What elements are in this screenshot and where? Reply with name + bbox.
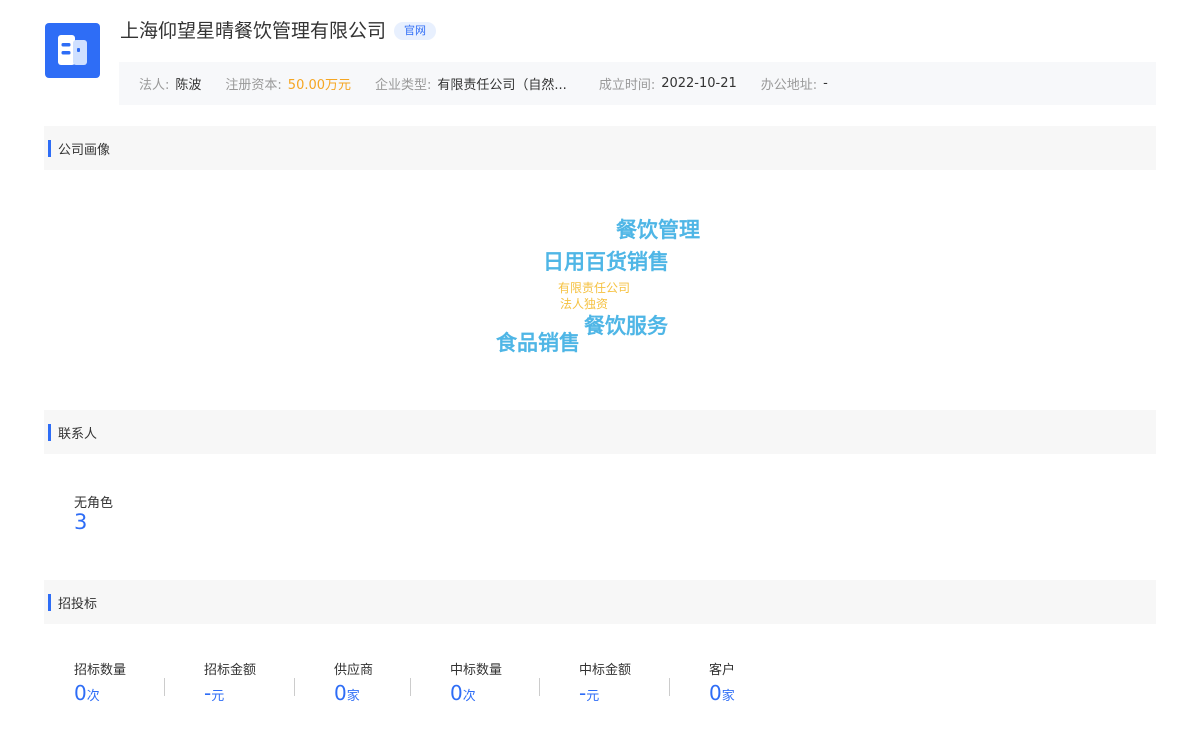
stat-value: 0 [74, 681, 87, 705]
customer-stat[interactable]: 客户 0家 [709, 662, 735, 710]
bidding-section-title: 招投标 [58, 596, 98, 612]
stat-unit: 次 [462, 689, 476, 704]
stat-divider [669, 678, 670, 696]
stat-divider [164, 678, 165, 696]
building-icon [58, 35, 87, 65]
stat-divider [410, 678, 411, 696]
stat-unit: 元 [586, 689, 600, 704]
company-logo [45, 23, 100, 78]
stat-label: 供应商 [334, 663, 374, 678]
cloud-word: 餐饮管理 [616, 218, 700, 242]
company-type-value: 有限责任公司（自然... [437, 78, 567, 93]
stat-unit: 元 [211, 689, 225, 704]
profile-section-header: 公司画像 [44, 126, 1156, 170]
address-value: - [823, 76, 828, 91]
stat-unit: 次 [86, 689, 100, 704]
win-count-stat[interactable]: 中标数量 0次 [450, 662, 502, 710]
profile-section-title: 公司画像 [58, 142, 111, 158]
bid-amount-stat[interactable]: 招标金额 -元 [204, 662, 256, 710]
cloud-word: 餐饮服务 [584, 314, 668, 338]
address-item: 办公地址: - [761, 74, 828, 93]
section-accent-bar [48, 593, 51, 611]
stat-label: 客户 [709, 663, 736, 678]
stat-divider [294, 678, 295, 696]
stat-label: 中标数量 [450, 663, 503, 678]
stat-label: 中标金额 [579, 663, 632, 678]
contacts-section-title: 联系人 [58, 426, 98, 442]
company-header: 上海仰望星晴餐饮管理有限公司 官网 [120, 18, 437, 44]
win-amount-stat[interactable]: 中标金额 -元 [579, 662, 631, 710]
company-name: 上海仰望星晴餐饮管理有限公司 [120, 20, 387, 42]
cloud-word: 食品销售 [496, 331, 580, 355]
cloud-word: 日用百货销售 [543, 250, 669, 274]
company-type-label: 企业类型: [375, 78, 432, 93]
stat-value: 0 [709, 681, 722, 705]
legal-person-value[interactable]: 陈波 [175, 74, 201, 93]
stat-value: 0 [450, 681, 463, 705]
company-type-item: 企业类型: 有限责任公司（自然... [375, 74, 567, 93]
capital-label: 注册资本: [225, 78, 282, 93]
legal-person-item: 法人: 陈波 [139, 74, 201, 93]
capital-item: 注册资本: 50.00万元 [225, 74, 351, 93]
bidding-section-header: 招投标 [44, 580, 1156, 624]
bid-count-stat[interactable]: 招标数量 0次 [74, 662, 126, 710]
section-accent-bar [48, 423, 51, 441]
contact-role-count[interactable]: 3 [74, 510, 87, 534]
contacts-section-header: 联系人 [44, 410, 1156, 454]
address-label: 办公地址: [760, 78, 818, 93]
stat-unit: 家 [346, 689, 360, 704]
stat-unit: 家 [721, 689, 735, 704]
stat-value: 0 [334, 681, 347, 705]
contact-role-label: 无角色 [74, 496, 114, 511]
stat-label: 招标金额 [204, 663, 257, 678]
company-info-bar: 法人: 陈波 注册资本: 50.00万元 企业类型: 有限责任公司（自然... … [119, 62, 1156, 105]
legal-person-label: 法人: [139, 78, 170, 93]
founded-label: 成立时间: [598, 78, 656, 93]
supplier-stat[interactable]: 供应商 0家 [334, 662, 373, 710]
stat-divider [539, 678, 540, 696]
stat-label: 招标数量 [74, 663, 127, 678]
official-site-link[interactable]: 官网 [394, 22, 437, 40]
founded-item: 成立时间: 2022-10-21 [599, 74, 737, 93]
capital-value: 50.00万元 [287, 78, 352, 93]
cloud-word: 有限责任公司 [558, 281, 631, 295]
section-accent-bar [48, 139, 51, 157]
founded-value: 2022-10-21 [661, 76, 737, 91]
